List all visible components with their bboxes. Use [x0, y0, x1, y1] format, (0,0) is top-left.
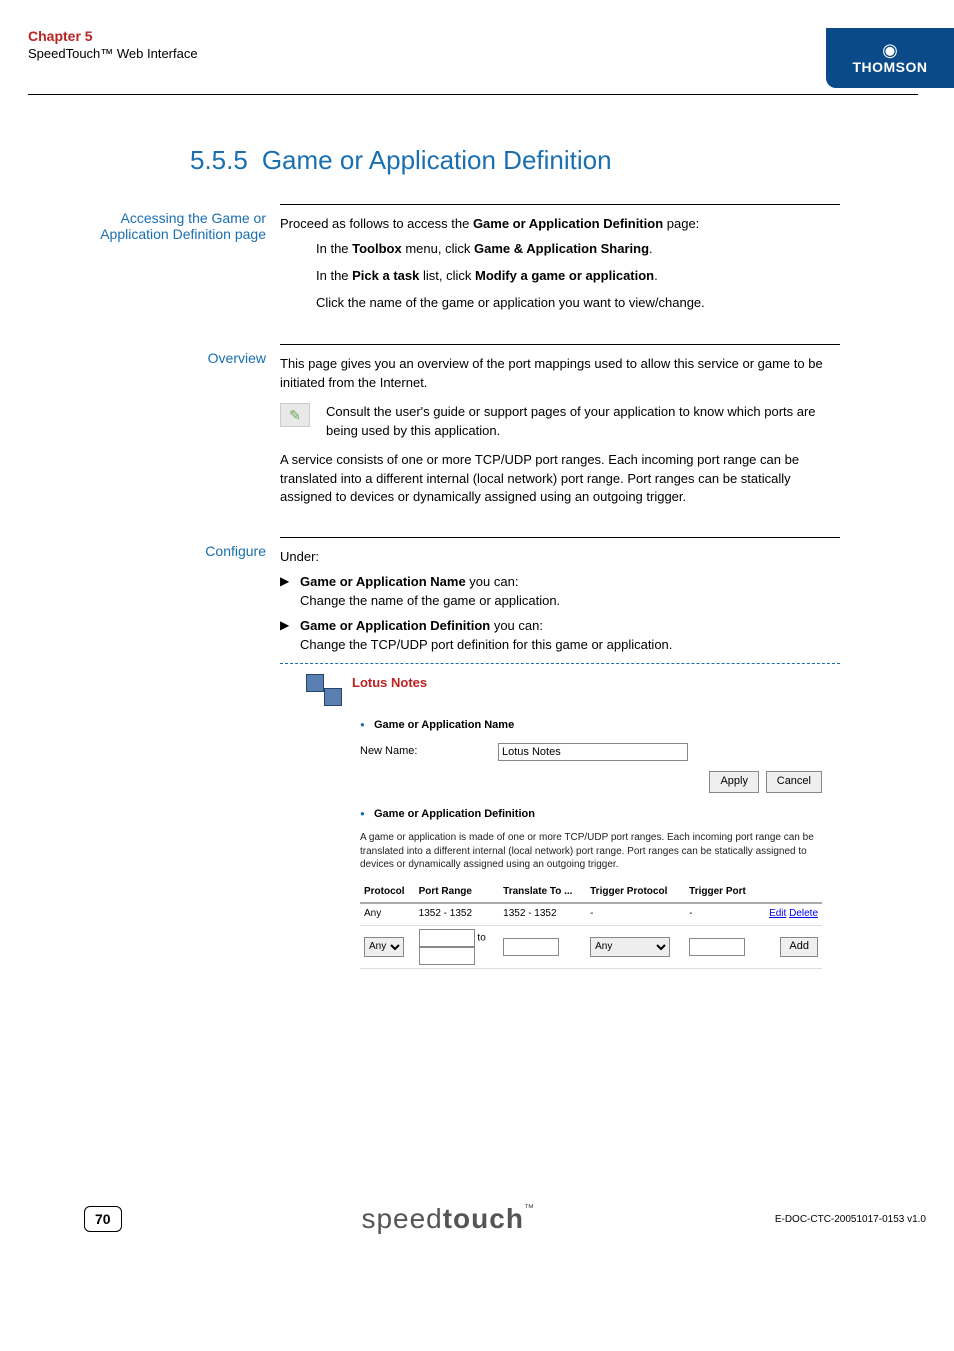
th-port-range: Port Range — [415, 882, 500, 904]
block-rule — [280, 537, 840, 538]
to-label: to — [477, 932, 485, 943]
header-rule — [28, 94, 918, 95]
side-label-access: Accessing the Game or Application Defini… — [84, 204, 280, 320]
access-intro: Proceed as follows to access the Game or… — [280, 215, 840, 234]
section-number: 5.5.5 — [190, 145, 248, 175]
page-number: 70 — [84, 1206, 122, 1232]
add-button[interactable]: Add — [780, 937, 818, 957]
protocol-select[interactable]: Any — [364, 937, 404, 957]
configure-bullet-2: Game or Application Definition you can: … — [300, 617, 840, 655]
overview-consult: Consult the user's guide or support page… — [326, 403, 840, 441]
block-rule — [280, 204, 840, 205]
dot-icon: ● — [360, 718, 374, 732]
bullet-icon: ▶ — [280, 617, 300, 634]
section-name: Game or Application Definition — [262, 145, 612, 175]
dot-icon: ● — [360, 807, 374, 821]
definition-table: Protocol Port Range Translate To ... Tri… — [360, 882, 822, 969]
port-from-input[interactable] — [419, 929, 475, 947]
bullet-icon: ▶ — [280, 573, 300, 590]
note-icon: ✎ — [280, 403, 310, 427]
th-trigger-port: Trigger Port — [685, 882, 758, 904]
panel-def-section: Game or Application Definition — [374, 807, 535, 823]
translate-to-input[interactable] — [503, 938, 559, 956]
cell-translate-to: 1352 - 1352 — [499, 903, 586, 925]
overview-p1: This page gives you an overview of the p… — [280, 355, 840, 393]
th-trigger-protocol: Trigger Protocol — [586, 882, 685, 904]
access-step-3: Click the name of the game or applicatio… — [316, 294, 840, 313]
panel-name-section: Game or Application Name — [374, 718, 514, 734]
cell-trigger-port: - — [685, 903, 758, 925]
panel-def-desc: A game or application is made of one or … — [360, 831, 822, 872]
configure-under: Under: — [280, 548, 840, 567]
dashed-rule — [280, 663, 840, 664]
trigger-port-input[interactable] — [689, 938, 745, 956]
side-label-overview: Overview — [84, 344, 280, 513]
cell-port-range: 1352 - 1352 — [415, 903, 500, 925]
brand-icon: ◉ — [882, 41, 898, 59]
trigger-protocol-select[interactable]: Any — [590, 937, 670, 957]
doc-id: E-DOC-CTC-20051017-0153 v1.0 — [775, 1214, 926, 1225]
th-translate-to: Translate To ... — [499, 882, 586, 904]
cancel-button[interactable]: Cancel — [766, 771, 822, 793]
new-name-label: New Name: — [360, 744, 498, 760]
access-step-2: In the Pick a task list, click Modify a … — [316, 267, 840, 286]
cell-protocol: Any — [360, 903, 415, 925]
table-row-add: Any to — [360, 925, 822, 968]
th-protocol: Protocol — [360, 882, 415, 904]
side-label-configure: Configure — [84, 537, 280, 969]
speedtouch-logo: speedtouch™ — [361, 1203, 535, 1235]
new-name-input[interactable] — [498, 743, 688, 761]
cell-trigger-protocol: - — [586, 903, 685, 925]
port-to-input[interactable] — [419, 947, 475, 965]
block-rule — [280, 344, 840, 345]
chapter-title: Chapter 5 — [28, 28, 198, 44]
access-step-1: In the Toolbox menu, click Game & Applic… — [316, 240, 840, 259]
apply-button[interactable]: Apply — [709, 771, 759, 793]
app-icon — [302, 670, 352, 714]
configure-bullet-1: Game or Application Name you can: Change… — [300, 573, 840, 611]
overview-p2: A service consists of one or more TCP/UD… — [280, 451, 840, 508]
chapter-subtitle: SpeedTouch™ Web Interface — [28, 46, 198, 61]
brand-badge: ◉ THOMSON — [826, 28, 954, 88]
section-title: 5.5.5 Game or Application Definition — [190, 145, 954, 176]
delete-link[interactable]: Delete — [789, 908, 818, 919]
panel-title: Lotus Notes — [352, 674, 822, 693]
edit-link[interactable]: Edit — [769, 908, 786, 919]
brand-label: THOMSON — [852, 59, 927, 75]
table-row: Any 1352 - 1352 1352 - 1352 - - Edit Del… — [360, 903, 822, 925]
